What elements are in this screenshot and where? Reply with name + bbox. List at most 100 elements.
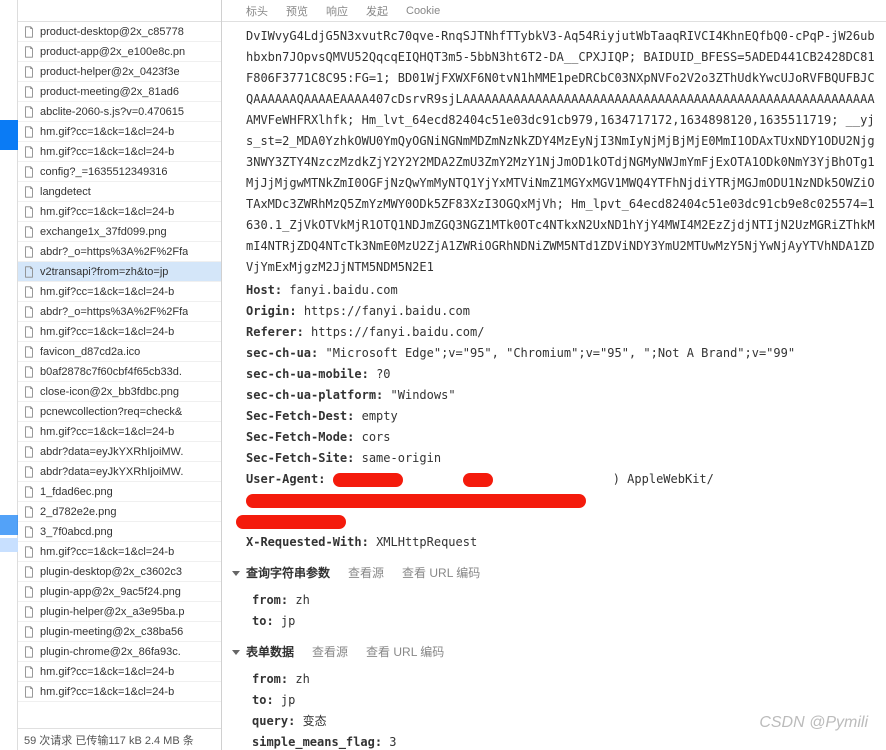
request-label: v2transapi?from=zh&to=jp <box>40 266 168 278</box>
file-icon <box>22 345 36 359</box>
request-label: 3_7f0abcd.png <box>40 526 113 538</box>
request-row[interactable]: abdr?_o=https%3A%2F%2Ffa <box>18 242 221 262</box>
request-label: hm.gif?cc=1&ck=1&cl=24-b <box>40 686 174 698</box>
request-row[interactable]: hm.gif?cc=1&ck=1&cl=24-b <box>18 542 221 562</box>
request-label: hm.gif?cc=1&ck=1&cl=24-b <box>40 286 174 298</box>
request-row[interactable]: langdetect <box>18 182 221 202</box>
param-row: to: jp <box>252 690 876 711</box>
cookie-text: DvIWvyG4LdjG5N3xvutRc70qve-RnqSJTNhfTTyb… <box>246 26 876 278</box>
view-url-encoded-link[interactable]: 查看 URL 编码 <box>366 642 444 663</box>
request-row[interactable]: product-meeting@2x_81ad6 <box>18 82 221 102</box>
header-row: Sec-Fetch-Mode: cors <box>246 427 876 448</box>
request-label: hm.gif?cc=1&ck=1&cl=24-b <box>40 206 174 218</box>
file-icon <box>22 65 36 79</box>
header-row: Referer: https://fanyi.baidu.com/ <box>246 322 876 343</box>
details-tab[interactable]: Cookie <box>406 5 440 17</box>
request-row[interactable]: 3_7f0abcd.png <box>18 522 221 542</box>
file-icon <box>22 85 36 99</box>
request-row[interactable]: product-helper@2x_0423f3e <box>18 62 221 82</box>
request-row[interactable]: plugin-app@2x_9ac5f24.png <box>18 582 221 602</box>
file-icon <box>22 325 36 339</box>
request-row[interactable]: product-app@2x_e100e8c.pn <box>18 42 221 62</box>
file-icon <box>22 185 36 199</box>
file-icon <box>22 305 36 319</box>
header-row: X-Requested-With: XMLHttpRequest <box>246 532 876 553</box>
request-label: abdr?data=eyJkYXRhIjoiMW. <box>40 466 183 478</box>
view-source-link[interactable]: 查看源 <box>348 563 384 584</box>
request-label: 1_fdad6ec.png <box>40 486 113 498</box>
file-icon <box>22 685 36 699</box>
view-source-link[interactable]: 查看源 <box>312 642 348 663</box>
param-row: simple_means_flag: 3 <box>252 732 876 750</box>
file-icon <box>22 45 36 59</box>
details-tab[interactable]: 响应 <box>326 3 348 19</box>
request-row[interactable]: b0af2878c7f60cbf4f65cb33d. <box>18 362 221 382</box>
file-icon <box>22 405 36 419</box>
request-row[interactable]: config?_=1635512349316 <box>18 162 221 182</box>
request-row[interactable]: 2_d782e2e.png <box>18 502 221 522</box>
request-row[interactable]: close-icon@2x_bb3fdbc.png <box>18 382 221 402</box>
file-icon <box>22 605 36 619</box>
request-row[interactable]: hm.gif?cc=1&ck=1&cl=24-b <box>18 142 221 162</box>
details-tab[interactable]: 发起 <box>366 3 388 19</box>
request-label: exchange1x_37fd099.png <box>40 226 167 238</box>
request-label: plugin-chrome@2x_86fa93c. <box>40 646 181 658</box>
header-row: Origin: https://fanyi.baidu.com <box>246 301 876 322</box>
request-row[interactable]: pcnewcollection?req=check& <box>18 402 221 422</box>
header-row: sec-ch-ua: "Microsoft Edge";v="95", "Chr… <box>246 343 876 364</box>
request-label: abdr?_o=https%3A%2F%2Ffa <box>40 246 188 258</box>
details-body[interactable]: DvIWvyG4LdjG5N3xvutRc70qve-RnqSJTNhfTTyb… <box>222 22 886 750</box>
file-icon <box>22 265 36 279</box>
request-row[interactable]: hm.gif?cc=1&ck=1&cl=24-b <box>18 122 221 142</box>
request-row[interactable]: favicon_d87cd2a.ico <box>18 342 221 362</box>
file-icon <box>22 25 36 39</box>
request-row[interactable]: abclite-2060-s.js?v=0.470615 <box>18 102 221 122</box>
request-row[interactable]: hm.gif?cc=1&ck=1&cl=24-b <box>18 422 221 442</box>
request-row[interactable]: plugin-meeting@2x_c38ba56 <box>18 622 221 642</box>
request-row[interactable]: hm.gif?cc=1&ck=1&cl=24-b <box>18 322 221 342</box>
request-label: pcnewcollection?req=check& <box>40 406 182 418</box>
request-row[interactable]: 1_fdad6ec.png <box>18 482 221 502</box>
param-row: to: jp <box>252 611 876 632</box>
request-row[interactable]: plugin-helper@2x_a3e95ba.p <box>18 602 221 622</box>
request-row[interactable]: hm.gif?cc=1&ck=1&cl=24-b <box>18 202 221 222</box>
request-label: abdr?data=eyJkYXRhIjoiMW. <box>40 446 183 458</box>
file-icon <box>22 445 36 459</box>
request-label: b0af2878c7f60cbf4f65cb33d. <box>40 366 182 378</box>
request-row[interactable]: plugin-chrome@2x_86fa93c. <box>18 642 221 662</box>
file-icon <box>22 465 36 479</box>
request-label: abdr?_o=https%3A%2F%2Ffa <box>40 306 188 318</box>
request-row[interactable]: abdr?data=eyJkYXRhIjoiMW. <box>18 462 221 482</box>
request-row[interactable]: abdr?_o=https%3A%2F%2Ffa <box>18 302 221 322</box>
request-label: product-meeting@2x_81ad6 <box>40 86 179 98</box>
request-label: langdetect <box>40 186 91 198</box>
form-data-section-head[interactable]: 表单数据 查看源 查看 URL 编码 <box>232 642 876 663</box>
request-label: product-app@2x_e100e8c.pn <box>40 46 185 58</box>
view-url-encoded-link[interactable]: 查看 URL 编码 <box>402 563 480 584</box>
request-row[interactable]: plugin-desktop@2x_c3602c3 <box>18 562 221 582</box>
request-label: plugin-desktop@2x_c3602c3 <box>40 566 182 578</box>
query-string-section-head[interactable]: 查询字符串参数 查看源 查看 URL 编码 <box>232 563 876 584</box>
file-icon <box>22 565 36 579</box>
header-row: Host: fanyi.baidu.com <box>246 280 876 301</box>
file-icon <box>22 105 36 119</box>
request-list[interactable]: product-desktop@2x_c85778 product-app@2x_… <box>18 22 221 728</box>
header-row: Sec-Fetch-Dest: empty <box>246 406 876 427</box>
request-label: plugin-app@2x_9ac5f24.png <box>40 586 181 598</box>
request-row[interactable]: abdr?data=eyJkYXRhIjoiMW. <box>18 442 221 462</box>
request-row[interactable]: exchange1x_37fd099.png <box>18 222 221 242</box>
details-tab[interactable]: 标头 <box>246 3 268 19</box>
request-row[interactable]: hm.gif?cc=1&ck=1&cl=24-b <box>18 662 221 682</box>
file-icon <box>22 365 36 379</box>
details-panel: 标头 预览 响应 发起 Cookie DvIWvyG4LdjG5N3xvutRc70qv… <box>222 0 886 750</box>
request-row[interactable]: v2transapi?from=zh&to=jp <box>18 262 221 282</box>
file-icon <box>22 205 36 219</box>
request-row[interactable]: hm.gif?cc=1&ck=1&cl=24-b <box>18 282 221 302</box>
request-row[interactable]: hm.gif?cc=1&ck=1&cl=24-b <box>18 682 221 702</box>
request-label: config?_=1635512349316 <box>40 166 168 178</box>
details-tabs[interactable]: 标头 预览 响应 发起 Cookie <box>222 0 886 22</box>
details-tab[interactable]: 预览 <box>286 3 308 19</box>
request-row[interactable]: product-desktop@2x_c85778 <box>18 22 221 42</box>
request-label: hm.gif?cc=1&ck=1&cl=24-b <box>40 426 174 438</box>
file-icon <box>22 525 36 539</box>
